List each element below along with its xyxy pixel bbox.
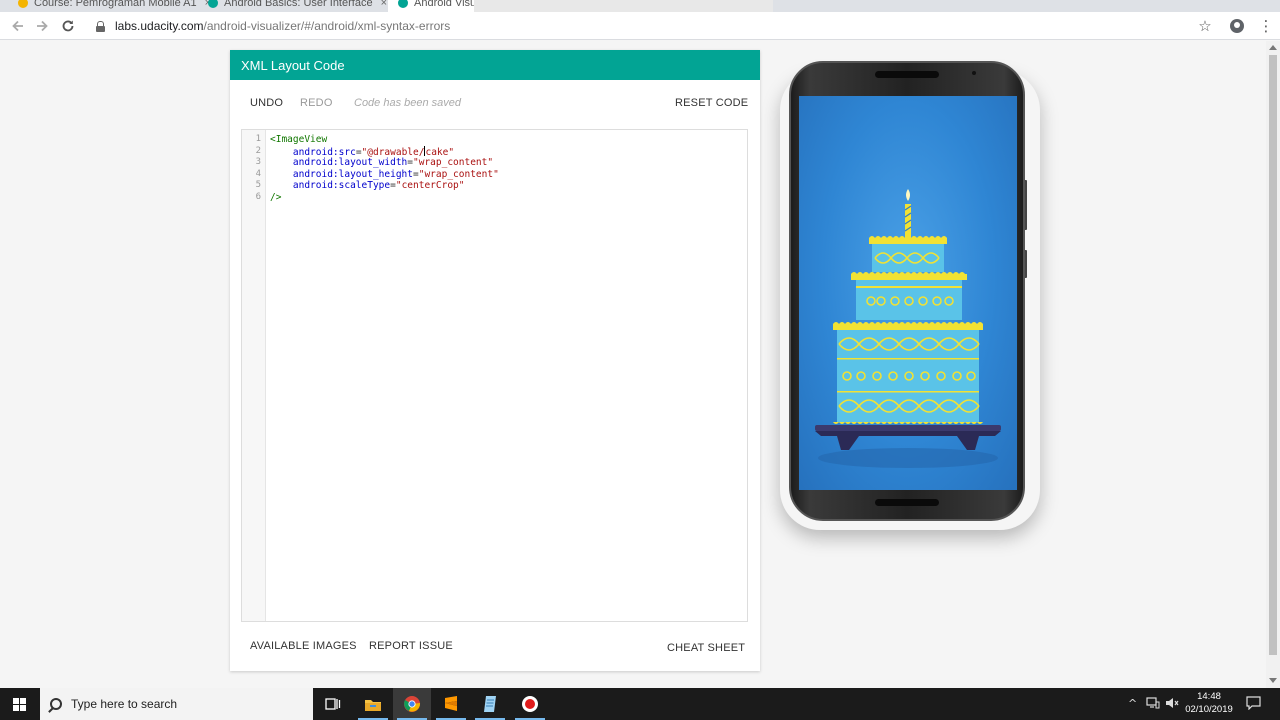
line-number: 2 (255, 145, 261, 156)
address-bar[interactable]: labs.udacity.com/android-visualizer/#/an… (88, 15, 1218, 37)
report-issue-button[interactable]: REPORT ISSUE (369, 637, 453, 655)
available-images-button[interactable]: AVAILABLE IMAGES (250, 637, 357, 655)
editor-actions: UNDO REDO Code has been saved RESET CODE (230, 94, 760, 112)
bookmark-star-icon[interactable]: ☆ (1195, 16, 1215, 36)
notification-icon[interactable] (1246, 696, 1261, 713)
clock-date: 02/10/2019 (1185, 704, 1233, 715)
volume-icon[interactable] (1165, 697, 1179, 712)
cheat-sheet-button[interactable]: CHEAT SHEET (667, 639, 745, 657)
browser-toolbar: labs.udacity.com/android-visualizer/#/an… (0, 12, 1280, 40)
code-line: android:scaleType="centerCrop" (292, 180, 465, 191)
udacity-favicon-icon (208, 0, 218, 8)
phone-screen (799, 96, 1017, 490)
scroll-up-icon[interactable] (1269, 45, 1277, 50)
tab-label: Course: Pemrograman Mobile A1 (34, 0, 197, 9)
reload-icon[interactable] (58, 16, 78, 36)
network-icon[interactable] (1146, 697, 1160, 712)
task-view-icon[interactable] (314, 688, 352, 720)
taskbar-search[interactable]: Type here to search (40, 688, 313, 720)
undo-button[interactable]: UNDO (250, 94, 283, 112)
phone-camera (971, 70, 977, 76)
line-number: 1 (255, 134, 261, 144)
code-line: /> (270, 191, 282, 203)
phone-preview (789, 61, 1025, 521)
system-clock[interactable]: 14:48 02/10/2019 (1184, 690, 1234, 716)
redo-button[interactable]: REDO (300, 94, 333, 112)
tab-overlay (474, 0, 773, 12)
phone-home-bar (875, 499, 939, 506)
scroll-down-icon[interactable] (1269, 678, 1277, 683)
code-line: android:layout_width="wrap_content" (292, 157, 494, 168)
save-status: Code has been saved (354, 97, 462, 109)
phone-speaker (875, 71, 939, 78)
panel-footer: AVAILABLE IMAGES REPORT ISSUE CHEAT SHEE… (230, 637, 760, 655)
profile-avatar-icon[interactable] (1227, 16, 1247, 36)
code-line: android:src="@drawable/cake" (292, 145, 455, 158)
code-line: <ImageView (270, 134, 328, 145)
search-icon (50, 698, 62, 710)
browser-tab-android-basics[interactable]: Android Basics: User Interface × (198, 0, 397, 12)
page-scrollbar[interactable] (1266, 41, 1280, 688)
windows-taskbar: Type here to search ^ 14:48 02/10/2019 (0, 688, 1280, 720)
xml-layout-panel: XML Layout Code UNDO REDO Code has been … (230, 50, 760, 671)
tab-close-icon[interactable]: × (381, 0, 387, 9)
line-number: 3 (255, 157, 261, 167)
search-placeholder: Type here to search (71, 697, 178, 711)
line-number-gutter: 1 2 3 4 5 6 (242, 130, 266, 621)
tray-chevron-icon[interactable]: ^ (1128, 697, 1137, 710)
browser-tab-strip: Course: Pemrograman Mobile A1 × Android … (0, 0, 1280, 12)
reset-code-button[interactable]: RESET CODE (675, 94, 748, 112)
windows-start-icon[interactable] (13, 698, 26, 711)
file-explorer-icon[interactable] (354, 688, 392, 720)
browser-tab-android-visualizer[interactable]: Android Visualizer (388, 0, 502, 12)
chrome-icon[interactable] (393, 688, 431, 720)
code-line: android:layout_height="wrap_content" (292, 168, 499, 180)
scroll-thumb[interactable] (1269, 55, 1277, 655)
browser-tab-course[interactable]: Course: Pemrograman Mobile A1 × (8, 0, 221, 12)
line-number: 4 (255, 168, 261, 179)
line-number: 5 (255, 180, 261, 190)
browser-menu-icon[interactable]: ⋮ (1256, 16, 1276, 36)
lock-icon (96, 20, 105, 32)
clock-time: 14:48 (1197, 691, 1221, 702)
url-text: labs.udacity.com/android-visualizer/#/an… (115, 19, 451, 33)
arrow-right-icon[interactable] (32, 16, 52, 36)
sublime-text-icon[interactable] (432, 688, 470, 720)
notepad-icon[interactable] (471, 688, 509, 720)
code-editor[interactable]: 1 2 3 4 5 6 <ImageView android:src="@dra… (241, 129, 748, 622)
tab-label: Android Basics: User Interface (224, 0, 373, 9)
record-icon[interactable] (511, 688, 549, 720)
cake-illustration (815, 189, 1001, 468)
moodle-favicon-icon (18, 0, 28, 8)
panel-title: XML Layout Code (230, 50, 760, 80)
line-number: 6 (255, 191, 261, 202)
arrow-left-icon[interactable] (8, 16, 28, 36)
udacity-favicon-icon (398, 0, 408, 8)
